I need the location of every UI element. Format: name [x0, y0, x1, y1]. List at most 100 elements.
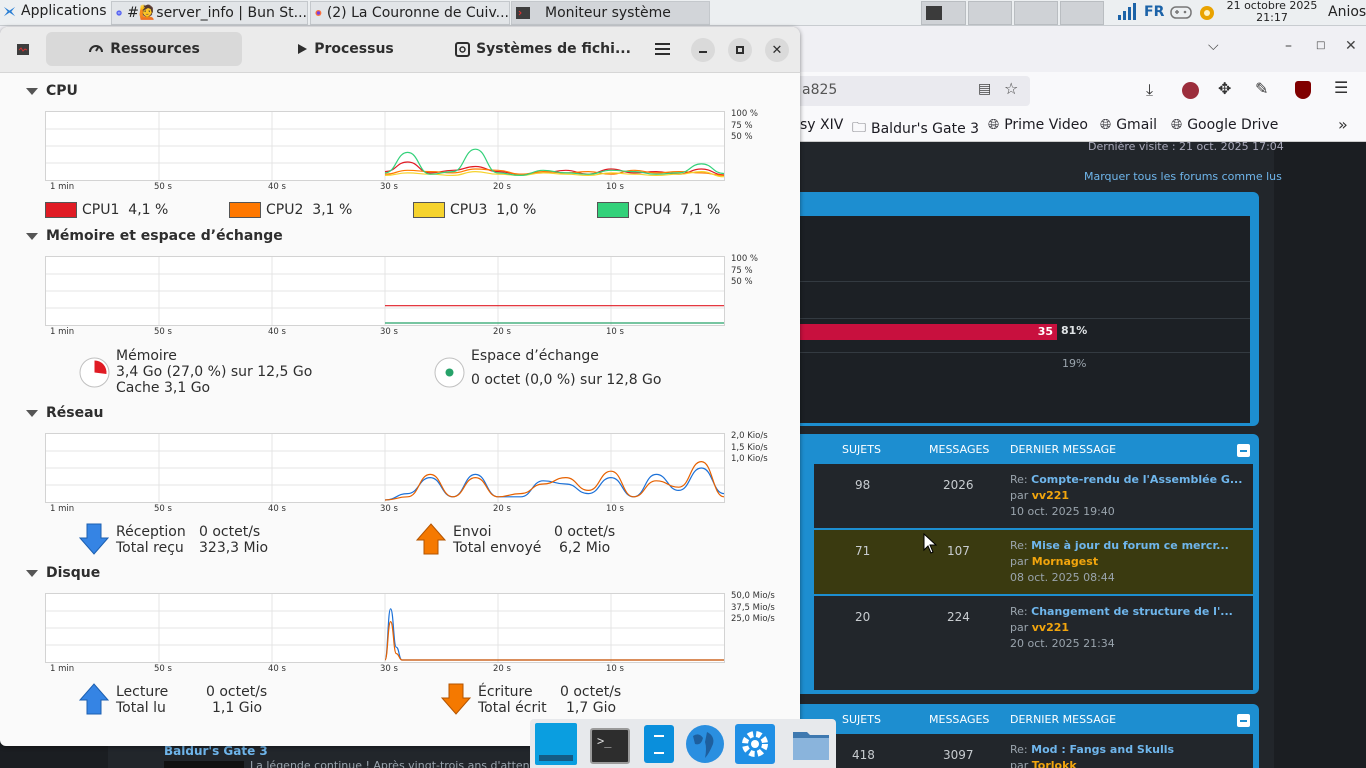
- author-link[interactable]: vv221: [1032, 621, 1069, 634]
- color-swatch[interactable]: [597, 202, 629, 218]
- minimize-icon[interactable]: –: [1285, 38, 1292, 54]
- file-cabinet-icon[interactable]: [644, 725, 674, 763]
- col-messages: MESSAGES: [929, 442, 990, 456]
- x-tick-label: 40 s: [268, 664, 286, 674]
- author-link[interactable]: Mornagest: [1032, 555, 1098, 568]
- swap-pie-icon[interactable]: [434, 357, 465, 388]
- chevron-down-icon[interactable]: ⌵: [1208, 38, 1219, 54]
- workspace-3[interactable]: [1014, 1, 1058, 25]
- bookmark-folder[interactable]: 🗀 Baldur's Gate 3: [852, 117, 979, 141]
- color-swatch[interactable]: [45, 202, 77, 218]
- task-system-monitor[interactable]: Moniteur système: [511, 1, 710, 25]
- clock[interactable]: 21 octobre 2025 21:17: [1222, 0, 1322, 24]
- workspace-2[interactable]: [968, 1, 1012, 25]
- network-signal-icon[interactable]: [1116, 3, 1136, 21]
- memory-section-header[interactable]: Mémoire et espace d’échange: [26, 228, 283, 244]
- topic-link[interactable]: Mod : Fangs and Skulls: [1031, 743, 1174, 756]
- bookmark-item[interactable]: sy XIV: [800, 117, 843, 133]
- poll-count: 35: [1037, 325, 1053, 338]
- memory-graph: [45, 256, 725, 326]
- memory-cache: Cache 3,1 Go: [116, 380, 211, 396]
- workspace-4[interactable]: [1060, 1, 1104, 25]
- close-icon[interactable]: ✕: [1345, 38, 1357, 54]
- user-menu[interactable]: Anios: [1328, 4, 1366, 20]
- bookmark-item[interactable]: 🌐︎ Gmail: [1100, 117, 1157, 133]
- read-arrow-icon[interactable]: [79, 683, 109, 715]
- receive-arrow-icon[interactable]: [79, 523, 109, 555]
- reader-view-icon[interactable]: ▤: [978, 81, 991, 97]
- close-button[interactable]: ✕: [765, 38, 789, 62]
- extension-icon[interactable]: ✎: [1255, 79, 1268, 98]
- send-arrow-icon[interactable]: [416, 523, 446, 555]
- col-last-message: DERNIER MESSAGE: [1010, 442, 1117, 456]
- bookmark-label: Baldur's Gate 3: [871, 121, 980, 137]
- col-topics: SUJETS: [842, 712, 881, 726]
- messages-count: 2026: [943, 478, 974, 492]
- forum-title-link[interactable]: Baldur's Gate 3: [164, 744, 268, 758]
- dock: >_: [530, 719, 836, 768]
- topic-link[interactable]: Compte-rendu de l'Assemblée G...: [1031, 473, 1242, 486]
- color-swatch[interactable]: [229, 202, 261, 218]
- applications-menu[interactable]: Applications: [2, 3, 107, 19]
- write-arrow-icon[interactable]: [441, 683, 471, 715]
- x-tick-label: 40 s: [268, 182, 286, 192]
- bookmark-item[interactable]: 🌐︎ Google Drive: [1171, 117, 1278, 133]
- extensions-icon[interactable]: ✥: [1218, 79, 1231, 98]
- y-tick-label: 50,0 Mio/s: [731, 591, 775, 601]
- tab-processes[interactable]: Processus: [250, 32, 440, 66]
- forum-row[interactable]: 418 3097 Re: Mod : Fangs and Skulls par …: [800, 734, 1259, 768]
- workspace-1[interactable]: [921, 1, 966, 25]
- total-written: 1,7 Gio: [566, 700, 617, 716]
- keyboard-layout[interactable]: FR: [1144, 4, 1164, 20]
- bookmark-star-icon[interactable]: ☆: [1004, 79, 1018, 98]
- file-manager-icon[interactable]: [791, 724, 831, 764]
- by-label: par: [1010, 555, 1029, 568]
- hamburger-menu-icon[interactable]: [655, 42, 670, 56]
- web-browser-icon[interactable]: [685, 724, 725, 764]
- mark-all-read-link[interactable]: Marquer tous les forums comme lus: [1084, 170, 1282, 183]
- collapse-icon[interactable]: [1237, 714, 1250, 727]
- topics-count: 20: [855, 610, 871, 624]
- cpu-section-header[interactable]: CPU: [26, 83, 78, 99]
- terminal-icon[interactable]: >_: [590, 728, 630, 764]
- url-bar[interactable]: a825 ▤ ☆: [790, 76, 1030, 106]
- disk-section-header[interactable]: Disque: [26, 565, 100, 581]
- cpu4-legend[interactable]: CPU4 7,1 %: [597, 202, 720, 218]
- author-link[interactable]: vv221: [1032, 489, 1069, 502]
- topic-link[interactable]: Changement de structure de l'...: [1031, 605, 1233, 618]
- network-section-header[interactable]: Réseau: [26, 405, 104, 421]
- cpu2-legend[interactable]: CPU2 3,1 %: [229, 202, 352, 218]
- menu-icon[interactable]: ☰: [1334, 78, 1348, 97]
- write-label: Écriture: [478, 684, 533, 700]
- download-icon[interactable]: ⤓: [1146, 80, 1153, 100]
- cpu3-legend[interactable]: CPU3 1,0 %: [413, 202, 536, 218]
- tab-resources[interactable]: Ressources: [46, 32, 242, 66]
- minimize-button[interactable]: [691, 38, 715, 62]
- memory-pie-icon[interactable]: [79, 357, 110, 388]
- post-date: 10 oct. 2025 19:40: [1010, 505, 1115, 518]
- settings-gear-icon[interactable]: [735, 724, 775, 764]
- topic-link[interactable]: Mise à jour du forum ce mercr...: [1031, 539, 1229, 552]
- y-tick-label: 50 %: [731, 277, 753, 287]
- ublock-icon[interactable]: [1295, 81, 1311, 99]
- send-rate: 0 octet/s: [554, 524, 616, 540]
- collapse-icon[interactable]: [1237, 444, 1250, 457]
- task-firefox[interactable]: (2) La Couronne de Cuiv...: [310, 1, 510, 25]
- cpu-value: 3,1 %: [312, 202, 353, 218]
- tab-filesystems[interactable]: Systèmes de fichi...: [448, 32, 638, 66]
- gamepad-icon[interactable]: [1170, 4, 1193, 20]
- extension-avatar-icon[interactable]: [1182, 82, 1199, 99]
- task-discord[interactable]: #🙋server_info | Bun St...: [111, 1, 308, 25]
- bookmark-item[interactable]: 🌐︎ Prime Video: [988, 117, 1088, 133]
- overflow-chevron-icon[interactable]: »: [1338, 115, 1348, 134]
- author-link[interactable]: Torlokk: [1032, 759, 1077, 768]
- poll-block: 35 81% 19%: [800, 192, 1259, 426]
- cpu1-legend[interactable]: CPU1 4,1 %: [45, 202, 168, 218]
- color-swatch[interactable]: [413, 202, 445, 218]
- show-desktop-icon[interactable]: [535, 723, 577, 765]
- maximize-button[interactable]: [728, 38, 752, 62]
- updates-icon[interactable]: [1198, 3, 1216, 21]
- maximize-icon[interactable]: □: [1316, 40, 1325, 51]
- last-message: Re: Mod : Fangs and Skulls par Torlokk: [1010, 742, 1174, 768]
- discord-icon: [116, 10, 122, 16]
